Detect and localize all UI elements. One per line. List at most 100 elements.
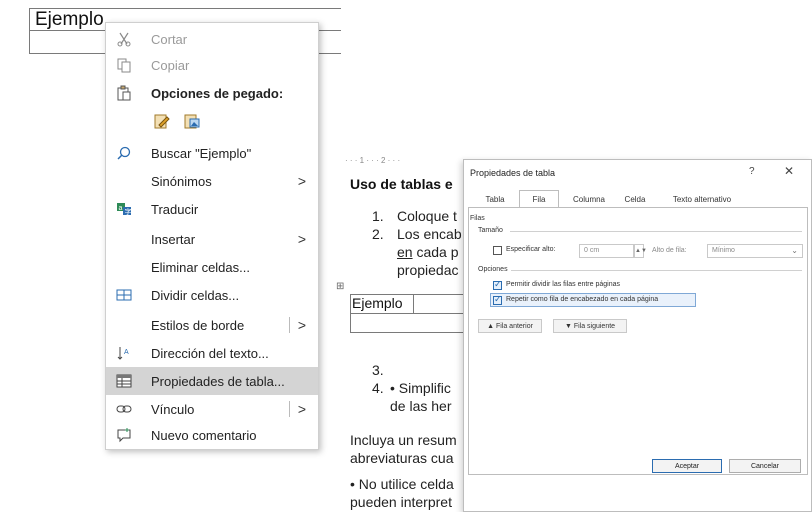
dialog-title: Propiedades de tabla — [470, 168, 556, 178]
paste-options-icon — [114, 83, 134, 103]
cancel-button[interactable]: Cancelar — [729, 459, 801, 473]
chevron-down-icon: ⌄ — [791, 246, 798, 255]
list-item-text: propiedac — [397, 262, 459, 278]
menu-item-label: Propiedades de tabla... — [151, 373, 285, 389]
tab-columna[interactable]: Columna — [568, 190, 610, 208]
search-icon — [114, 143, 134, 163]
link-icon — [114, 399, 134, 419]
menu-item-label: Cortar — [151, 31, 188, 47]
list-number: 3. — [372, 362, 384, 378]
menu-item-split-cells[interactable]: Dividir celdas... — [106, 281, 318, 309]
menu-item-translate[interactable]: a字 Traducir — [106, 195, 318, 223]
arrow-up-icon: ▲ — [487, 322, 496, 330]
paragraph-text: abreviaturas cua — [350, 450, 454, 466]
menu-item-label: Dividir celdas... — [151, 287, 240, 303]
right-table-border — [350, 295, 351, 333]
list-item-text: Coloque t — [397, 208, 457, 224]
help-button[interactable]: ? — [749, 166, 755, 177]
menu-item-cut[interactable]: Cortar — [106, 25, 318, 53]
list-item-text: • Simplific — [390, 380, 451, 396]
menu-item-label: Traducir — [151, 201, 199, 217]
doc-heading: Uso de tablas e — [350, 176, 453, 192]
left-table-cell-text[interactable]: Ejemplo — [35, 9, 104, 31]
text-direction-icon: A — [114, 343, 134, 363]
menu-item-synonyms[interactable]: Sinónimos > — [106, 167, 318, 195]
row-height-value: Mínimo — [712, 247, 735, 254]
paragraph-text: pueden interpret — [350, 494, 452, 510]
specify-height-label: Especificar alto: — [506, 246, 556, 253]
row-height-select[interactable]: Mínimo ⌄ — [707, 244, 803, 258]
menu-item-link[interactable]: Vínculo > — [106, 395, 318, 423]
repeat-header-label: Repetir como fila de encabezado en cada … — [506, 296, 659, 303]
menu-item-label: Eliminar celdas... — [151, 259, 250, 275]
tab-tabla[interactable]: Tabla — [480, 190, 510, 208]
right-table-cell-text[interactable]: Ejemplo — [352, 295, 403, 311]
group-divider — [510, 231, 802, 232]
right-table-border — [413, 295, 414, 314]
close-icon[interactable]: ✕ — [784, 164, 794, 178]
menu-item-search[interactable]: Buscar "Ejemplo" — [106, 139, 318, 167]
row-height-label: Alto de fila: — [652, 247, 687, 254]
menu-item-label: Insertar — [151, 231, 196, 247]
menu-item-delete-cells[interactable]: Eliminar celdas... — [106, 253, 318, 281]
list-number: 4. — [372, 380, 384, 396]
tab-fila[interactable]: Fila — [519, 190, 559, 208]
new-comment-icon — [114, 425, 134, 445]
repeat-header-checkbox[interactable] — [493, 294, 502, 305]
table-move-handle-icon[interactable]: ⊞ — [336, 281, 344, 292]
menu-item-paste-options: Opciones de pegado: — [106, 79, 318, 107]
context-menu: Cortar Copiar Opciones de pegado: Buscar… — [105, 22, 319, 450]
split-cells-icon — [114, 285, 134, 305]
prev-row-label: Fila anterior — [495, 322, 533, 330]
menu-item-copy[interactable]: Copiar — [106, 51, 318, 79]
next-row-button[interactable]: ▼ Fila siguiente — [553, 319, 627, 333]
underlined-word: en — [397, 244, 413, 260]
rows-section-label: Filas — [470, 215, 485, 222]
svg-text:A: A — [124, 349, 129, 356]
spin-up-down-icon[interactable]: ▲▼ — [634, 244, 647, 258]
menu-item-table-properties[interactable]: Propiedades de tabla... — [106, 367, 318, 395]
left-table-border — [29, 9, 30, 54]
copy-icon — [114, 55, 134, 75]
menu-item-text-direction[interactable]: A Dirección del texto... — [106, 339, 318, 367]
size-group-label: Tamaño — [478, 227, 503, 234]
table-properties-icon — [114, 371, 134, 391]
allow-break-label: Permitir dividir las filas entre páginas — [506, 281, 620, 288]
menu-item-label: Dirección del texto... — [151, 345, 269, 361]
menu-item-insert[interactable]: Insertar > — [106, 225, 318, 253]
tab-texto-alternativo[interactable]: Texto alternativo — [661, 190, 743, 208]
menu-item-border-styles[interactable]: Estilos de borde > — [106, 311, 318, 339]
chevron-right-icon: > — [297, 317, 306, 333]
cut-icon — [114, 29, 134, 49]
height-input[interactable]: 0 cm — [579, 244, 634, 258]
prev-row-button[interactable]: ▲ Fila anterior — [478, 319, 542, 333]
list-item-text: en cada p — [397, 244, 459, 260]
list-number: 1. — [372, 208, 384, 224]
menu-item-label: Copiar — [151, 57, 190, 73]
table-properties-dialog: Propiedades de tabla ? ✕ Tabla Fila Colu… — [463, 159, 812, 512]
allow-break-checkbox[interactable] — [493, 279, 502, 290]
paste-formats-row — [106, 107, 318, 135]
specify-height-checkbox[interactable] — [493, 246, 502, 255]
chevron-right-icon: > — [297, 173, 306, 189]
menu-item-label: Estilos de borde — [151, 317, 245, 333]
menu-item-label: Buscar "Ejemplo" — [151, 145, 252, 161]
options-group-label: Opciones — [478, 266, 508, 273]
paragraph-text: Incluya un resum — [350, 432, 457, 448]
tab-celda[interactable]: Celda — [620, 190, 650, 208]
chevron-right-icon: > — [297, 231, 306, 247]
menu-item-label: Opciones de pegado: — [151, 85, 284, 101]
paragraph-text: • No utilice celda — [350, 476, 454, 492]
menu-item-label: Nuevo comentario — [151, 427, 257, 443]
arrow-down-icon: ▼ — [564, 322, 574, 330]
list-item-text: Los encab — [397, 226, 462, 242]
menu-item-new-comment[interactable]: Nuevo comentario — [106, 421, 318, 449]
submenu-divider — [289, 401, 290, 417]
paste-picture-icon[interactable] — [182, 111, 202, 131]
svg-text:a: a — [119, 205, 123, 212]
group-divider — [511, 270, 802, 271]
paste-keep-format-icon[interactable] — [152, 111, 172, 131]
submenu-divider — [289, 317, 290, 333]
next-row-label: Fila siguiente — [573, 322, 616, 330]
ok-button[interactable]: Aceptar — [652, 459, 722, 473]
